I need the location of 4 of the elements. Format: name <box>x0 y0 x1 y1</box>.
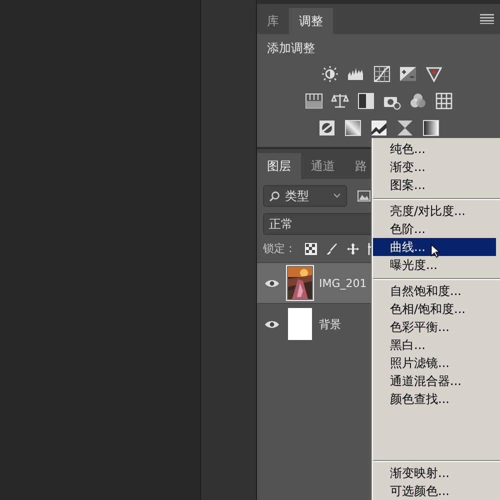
blend-mode-value: 正常 <box>269 216 293 232</box>
lock-label: 锁定： <box>263 241 296 256</box>
filter-value: 类型 <box>285 188 309 204</box>
panel-heading: 添加调整 <box>267 40 316 57</box>
